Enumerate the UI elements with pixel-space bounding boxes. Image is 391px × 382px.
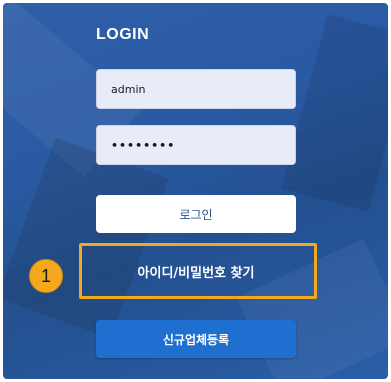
login-button[interactable]: 로그인 — [96, 195, 296, 233]
background-decoration — [3, 137, 169, 339]
username-field[interactable] — [96, 69, 296, 109]
register-company-button[interactable]: 신규업체등록 — [96, 320, 296, 358]
background-decoration — [281, 14, 388, 212]
find-id-password-link[interactable]: 아이디/비밀번호 찾기 — [96, 256, 296, 286]
step-number-badge: 1 — [29, 259, 63, 293]
password-field[interactable] — [96, 125, 296, 165]
login-title: LOGIN — [96, 26, 150, 43]
